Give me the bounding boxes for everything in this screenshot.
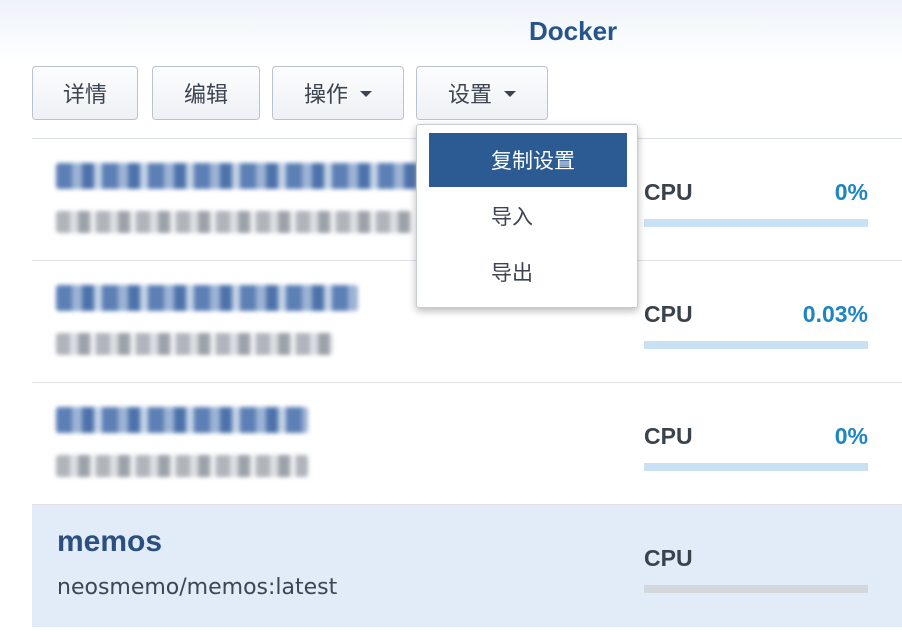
obscured-container-name	[56, 407, 308, 433]
settings-dropdown-button[interactable]: 设置	[416, 66, 548, 120]
chevron-down-icon	[504, 91, 516, 97]
edit-button-label: 编辑	[183, 83, 228, 108]
actions-button-label: 操作	[303, 83, 348, 108]
app-title: Docker	[529, 16, 618, 46]
chevron-down-icon	[360, 91, 372, 97]
cpu-label: CPU	[644, 545, 693, 571]
obscured-container-image	[56, 455, 308, 477]
cpu-value: 0%	[834, 423, 868, 449]
container-name: memos	[57, 525, 163, 558]
container-image: neosmemo/memos:latest	[57, 575, 338, 600]
obscured-container-name	[56, 285, 358, 311]
menu-item-copy-settings[interactable]: 复制设置	[429, 133, 627, 187]
cpu-usage-bar	[644, 219, 868, 227]
settings-button-label: 设置	[447, 83, 492, 108]
cpu-usage-bar	[644, 463, 868, 471]
container-row-memos[interactable]: memos neosmemo/memos:latest CPU	[32, 505, 902, 627]
menu-item-export[interactable]: 导出	[429, 245, 627, 299]
actions-dropdown-button[interactable]: 操作	[272, 66, 404, 120]
cpu-label: CPU	[644, 179, 693, 205]
cpu-usage-bar	[644, 585, 868, 593]
container-row[interactable]: CPU 0%	[32, 383, 902, 505]
title-bar: Docker	[0, 0, 902, 62]
menu-item-import[interactable]: 导入	[429, 189, 627, 243]
edit-button[interactable]: 编辑	[152, 66, 260, 120]
cpu-value: 0.03%	[802, 301, 868, 327]
details-button-label: 详情	[62, 83, 107, 108]
settings-dropdown-menu: 复制设置 导入 导出	[416, 124, 638, 308]
cpu-usage-bar	[644, 341, 868, 349]
menu-item-label: 导出	[491, 261, 533, 285]
obscured-container-image	[56, 211, 412, 233]
menu-item-label: 导入	[491, 205, 533, 229]
cpu-label: CPU	[644, 423, 693, 449]
cpu-value: 0%	[834, 179, 868, 205]
cpu-label: CPU	[644, 301, 693, 327]
details-button[interactable]: 详情	[32, 66, 138, 120]
menu-item-label: 复制设置	[491, 149, 575, 173]
obscured-container-image	[56, 333, 334, 355]
obscured-container-name	[56, 163, 448, 189]
